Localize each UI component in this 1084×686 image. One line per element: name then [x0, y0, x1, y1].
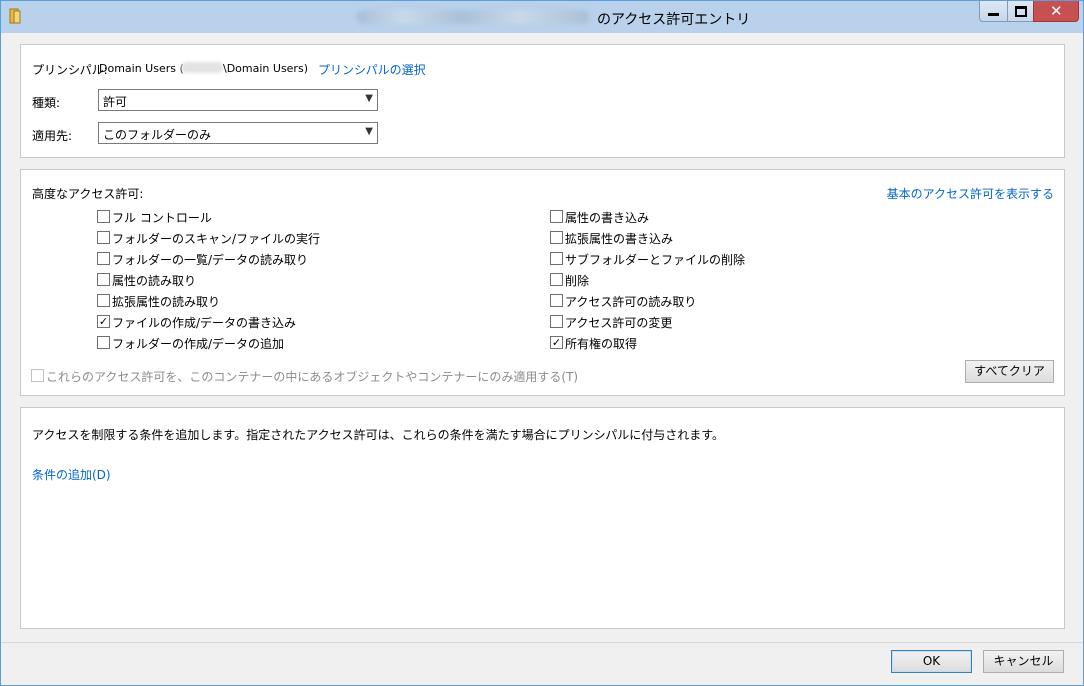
type-label: 種類: [32, 96, 61, 110]
permission-label: 拡張属性の書き込み [565, 232, 674, 246]
permission-label: フォルダーの一覧/データの読み取り [112, 253, 309, 267]
permission-checkbox[interactable] [550, 315, 563, 328]
permission-label: フォルダーのスキャン/ファイルの実行 [112, 232, 321, 246]
close-icon[interactable]: ✕ [1033, 1, 1079, 22]
folder-icon [9, 8, 21, 24]
footer-divider [1, 642, 1083, 643]
permission-checkbox[interactable] [97, 336, 110, 349]
apply-only-checkbox[interactable] [31, 369, 44, 382]
type-select[interactable]: 許可 ▼ [98, 89, 378, 111]
blurred-domain [181, 62, 223, 73]
applies-to-label: 適用先: [32, 129, 73, 143]
permission-checkbox[interactable] [550, 294, 563, 307]
advanced-permissions-panel: 高度なアクセス許可: 基本のアクセス許可を表示する これらのアクセス許可を、この… [20, 169, 1065, 396]
permission-checkbox[interactable] [97, 273, 110, 286]
permission-label: フォルダーの作成/データの追加 [112, 337, 285, 351]
conditions-panel: アクセスを制限する条件を追加します。指定されたアクセス許可は、これらの条件を満た… [20, 407, 1065, 629]
permission-label: ファイルの作成/データの書き込み [112, 316, 297, 330]
principal-name-suffix: \Domain Users) [223, 62, 308, 75]
principal-label: プリンシパル: [32, 63, 108, 77]
permission-checkbox[interactable] [550, 273, 563, 286]
permission-checkbox[interactable] [97, 231, 110, 244]
principal-name-prefix: Domain Users ( [99, 62, 184, 75]
permission-label: フル コントロール [112, 211, 212, 225]
maximize-icon[interactable] [1007, 1, 1033, 22]
permission-label: アクセス許可の読み取り [565, 295, 697, 309]
cancel-button[interactable]: キャンセル [983, 650, 1064, 673]
permission-label: 削除 [565, 274, 590, 288]
permission-checkbox[interactable]: ✓ [550, 336, 563, 349]
type-value: 許可 [103, 95, 128, 109]
permission-label: 属性の読み取り [112, 274, 197, 288]
permission-entry-window: のアクセス許可エントリ ✕ プリンシパル: Domain Users ( \Do… [0, 0, 1084, 686]
apply-only-label: これらのアクセス許可を、このコンテナーの中にあるオブジェクトやコンテナーにのみ適… [46, 370, 579, 384]
permission-label: 所有権の取得 [565, 337, 638, 351]
permission-label: アクセス許可の変更 [565, 316, 673, 330]
window-title: のアクセス許可エントリ [597, 12, 751, 28]
permission-checkbox[interactable] [97, 252, 110, 265]
conditions-description: アクセスを制限する条件を追加します。指定されたアクセス許可は、これらの条件を満た… [32, 428, 725, 442]
minimize-icon[interactable] [979, 1, 1007, 22]
permission-label: サブフォルダーとファイルの削除 [565, 253, 746, 267]
permission-checkbox[interactable] [550, 231, 563, 244]
blurred-object-name [357, 10, 589, 24]
permission-checkbox[interactable] [550, 252, 563, 265]
title-bar[interactable]: のアクセス許可エントリ ✕ [1, 1, 1083, 33]
principal-panel: プリンシパル: Domain Users ( \Domain Users) プリ… [20, 44, 1065, 158]
permission-checkbox[interactable]: ✓ [97, 315, 110, 328]
permission-label: 属性の書き込み [565, 211, 650, 225]
chevron-down-icon: ▼ [365, 126, 373, 137]
select-principal-link[interactable]: プリンシパルの選択 [318, 61, 426, 78]
permission-checkbox[interactable] [97, 294, 110, 307]
add-condition-link[interactable]: 条件の追加(D) [32, 466, 111, 483]
permission-checkbox[interactable] [97, 210, 110, 223]
ok-button[interactable]: OK [891, 650, 972, 673]
permission-label: 拡張属性の読み取り [112, 295, 221, 309]
show-basic-permissions-link[interactable]: 基本のアクセス許可を表示する [887, 185, 1054, 202]
clear-all-button[interactable]: すべてクリア [965, 360, 1054, 383]
chevron-down-icon: ▼ [365, 93, 373, 104]
permission-checkbox[interactable] [550, 210, 563, 223]
applies-to-value: このフォルダーのみ [103, 128, 212, 142]
applies-to-select[interactable]: このフォルダーのみ ▼ [98, 122, 378, 144]
advanced-heading: 高度なアクセス許可: [32, 187, 144, 201]
